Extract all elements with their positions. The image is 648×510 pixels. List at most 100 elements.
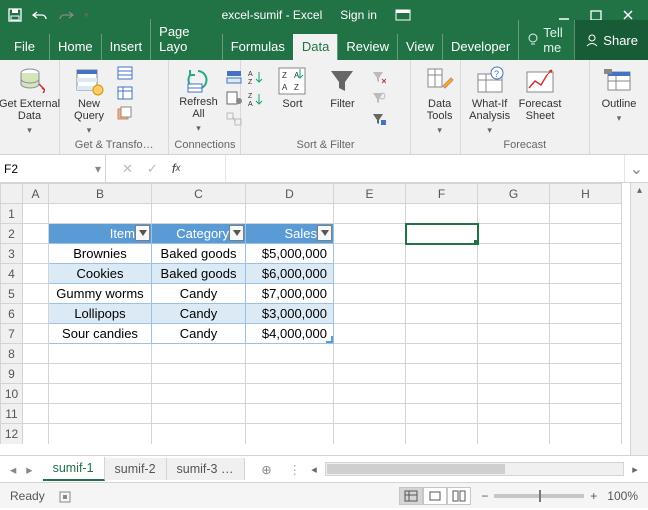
signin-link[interactable]: Sign in	[340, 8, 377, 22]
clear-filter-icon[interactable]	[369, 68, 387, 86]
tab-view[interactable]: View	[397, 34, 442, 60]
forecast-sheet-button[interactable]: Forecast Sheet	[517, 64, 564, 124]
col-header[interactable]: B	[49, 184, 152, 204]
zoom-value[interactable]: 100%	[607, 489, 638, 503]
zoom-in-icon[interactable]: +	[590, 489, 597, 503]
filter-dropdown-icon[interactable]	[229, 225, 244, 241]
col-header[interactable]: C	[152, 184, 246, 204]
cell[interactable]: Candy	[152, 304, 246, 324]
active-cell[interactable]	[406, 224, 478, 244]
view-normal-icon[interactable]	[399, 487, 423, 505]
whatif-button[interactable]: ? What-If Analysis ▾	[467, 64, 513, 138]
zoom-slider[interactable]: − +	[481, 489, 597, 503]
row-header[interactable]: 10	[1, 384, 23, 404]
undo-icon[interactable]	[32, 8, 48, 22]
row-header[interactable]: 9	[1, 364, 23, 384]
tab-nav-prev-icon[interactable]: ◂	[10, 462, 16, 477]
filter-dropdown-icon[interactable]	[317, 225, 332, 241]
sheet-tab[interactable]: sumif-2	[105, 458, 167, 480]
col-header[interactable]: D	[246, 184, 334, 204]
table-header-sales[interactable]: Sales	[246, 224, 334, 244]
cell[interactable]: Brownies	[49, 244, 152, 264]
cell[interactable]: Candy	[152, 284, 246, 304]
cell[interactable]: Baked goods	[152, 244, 246, 264]
tab-developer[interactable]: Developer	[442, 34, 518, 60]
scroll-left-icon[interactable]: ◂	[307, 463, 321, 476]
macro-record-icon[interactable]	[59, 489, 75, 503]
new-sheet-button[interactable]: ⊕	[245, 462, 289, 477]
cell[interactable]: $4,000,000	[246, 324, 334, 344]
tab-pagelayout[interactable]: Page Layo	[150, 19, 222, 60]
table-header-item[interactable]: Item	[49, 224, 152, 244]
save-icon[interactable]	[8, 8, 22, 22]
table-header-category[interactable]: Category	[152, 224, 246, 244]
row-header[interactable]: 8	[1, 344, 23, 364]
scroll-up-icon[interactable]: ▴	[637, 185, 642, 196]
cell[interactable]: $6,000,000	[246, 264, 334, 284]
tab-review[interactable]: Review	[337, 34, 397, 60]
cell[interactable]: Gummy worms	[49, 284, 152, 304]
reapply-icon[interactable]	[369, 89, 387, 107]
qat-customize-icon[interactable]: ▾	[84, 10, 89, 21]
cell[interactable]: Baked goods	[152, 264, 246, 284]
scroll-right-icon[interactable]: ▸	[628, 463, 642, 476]
row-header[interactable]: 11	[1, 404, 23, 424]
row-header[interactable]: 1	[1, 204, 23, 224]
zoom-out-icon[interactable]: −	[481, 489, 488, 503]
horizontal-scrollbar[interactable]: ◂ ▸	[301, 462, 648, 476]
sheet-tab[interactable]: sumif-3 …	[167, 458, 245, 480]
share-button[interactable]: Share	[574, 20, 648, 60]
tab-formulas[interactable]: Formulas	[222, 34, 293, 60]
row-header[interactable]: 3	[1, 244, 23, 264]
tell-me[interactable]: Tell me	[518, 20, 574, 60]
cell[interactable]: $3,000,000	[246, 304, 334, 324]
new-query-button[interactable]: New Query ▾	[66, 64, 112, 138]
cell[interactable]: $5,000,000	[246, 244, 334, 264]
refresh-all-button[interactable]: Refresh All ▾	[175, 64, 221, 136]
fx-icon[interactable]: fx	[172, 161, 181, 176]
sort-desc-icon[interactable]: ZA	[247, 90, 265, 108]
filter-button[interactable]: Filter	[319, 64, 365, 112]
expand-formula-icon[interactable]: ⌄	[624, 155, 648, 182]
col-header[interactable]: A	[23, 184, 49, 204]
row-header[interactable]: 7	[1, 324, 23, 344]
col-header[interactable]: F	[406, 184, 478, 204]
tab-file[interactable]: File	[0, 34, 49, 60]
cancel-formula-icon[interactable]: ✕	[122, 161, 133, 177]
row-header[interactable]: 6	[1, 304, 23, 324]
select-all-corner[interactable]	[1, 184, 23, 204]
tab-data[interactable]: Data	[293, 34, 337, 60]
tab-home[interactable]: Home	[49, 34, 101, 60]
recent-sources-icon[interactable]	[116, 104, 134, 122]
row-header[interactable]: 12	[1, 424, 23, 444]
sheet-tab[interactable]: sumif-1	[43, 457, 105, 481]
row-header[interactable]: 2	[1, 224, 23, 244]
data-tools-button[interactable]: Data Tools ▾	[417, 64, 463, 138]
sort-asc-icon[interactable]: AZ	[247, 68, 265, 86]
spreadsheet-grid[interactable]: A B C D E F G H 1 2 Item Category Sales …	[0, 183, 622, 444]
row-header[interactable]: 4	[1, 264, 23, 284]
filter-dropdown-icon[interactable]	[135, 225, 150, 241]
formula-input[interactable]	[226, 155, 624, 182]
tab-insert[interactable]: Insert	[101, 34, 151, 60]
row-header[interactable]: 5	[1, 284, 23, 304]
sort-button[interactable]: ZAAZ Sort	[269, 64, 315, 112]
advanced-filter-icon[interactable]	[369, 110, 387, 128]
col-header[interactable]: E	[334, 184, 406, 204]
redo-icon[interactable]	[58, 8, 74, 22]
from-table-icon[interactable]	[116, 84, 134, 102]
col-header[interactable]: H	[550, 184, 622, 204]
accept-formula-icon[interactable]: ✓	[147, 161, 158, 177]
name-box[interactable]: F2 ▾	[0, 155, 106, 182]
show-queries-icon[interactable]	[116, 64, 134, 82]
tab-nav-next-icon[interactable]: ▸	[26, 462, 32, 477]
col-header[interactable]: G	[478, 184, 550, 204]
cell[interactable]: Candy	[152, 324, 246, 344]
get-external-data-button[interactable]: Get External Data ▾	[6, 64, 53, 138]
ribbon-options-icon[interactable]	[395, 9, 411, 21]
vertical-scrollbar[interactable]: ▴	[630, 183, 648, 455]
view-pagelayout-icon[interactable]	[423, 487, 447, 505]
cell[interactable]: Cookies	[49, 264, 152, 284]
cell[interactable]: $7,000,000	[246, 284, 334, 304]
cell[interactable]: Sour candies	[49, 324, 152, 344]
